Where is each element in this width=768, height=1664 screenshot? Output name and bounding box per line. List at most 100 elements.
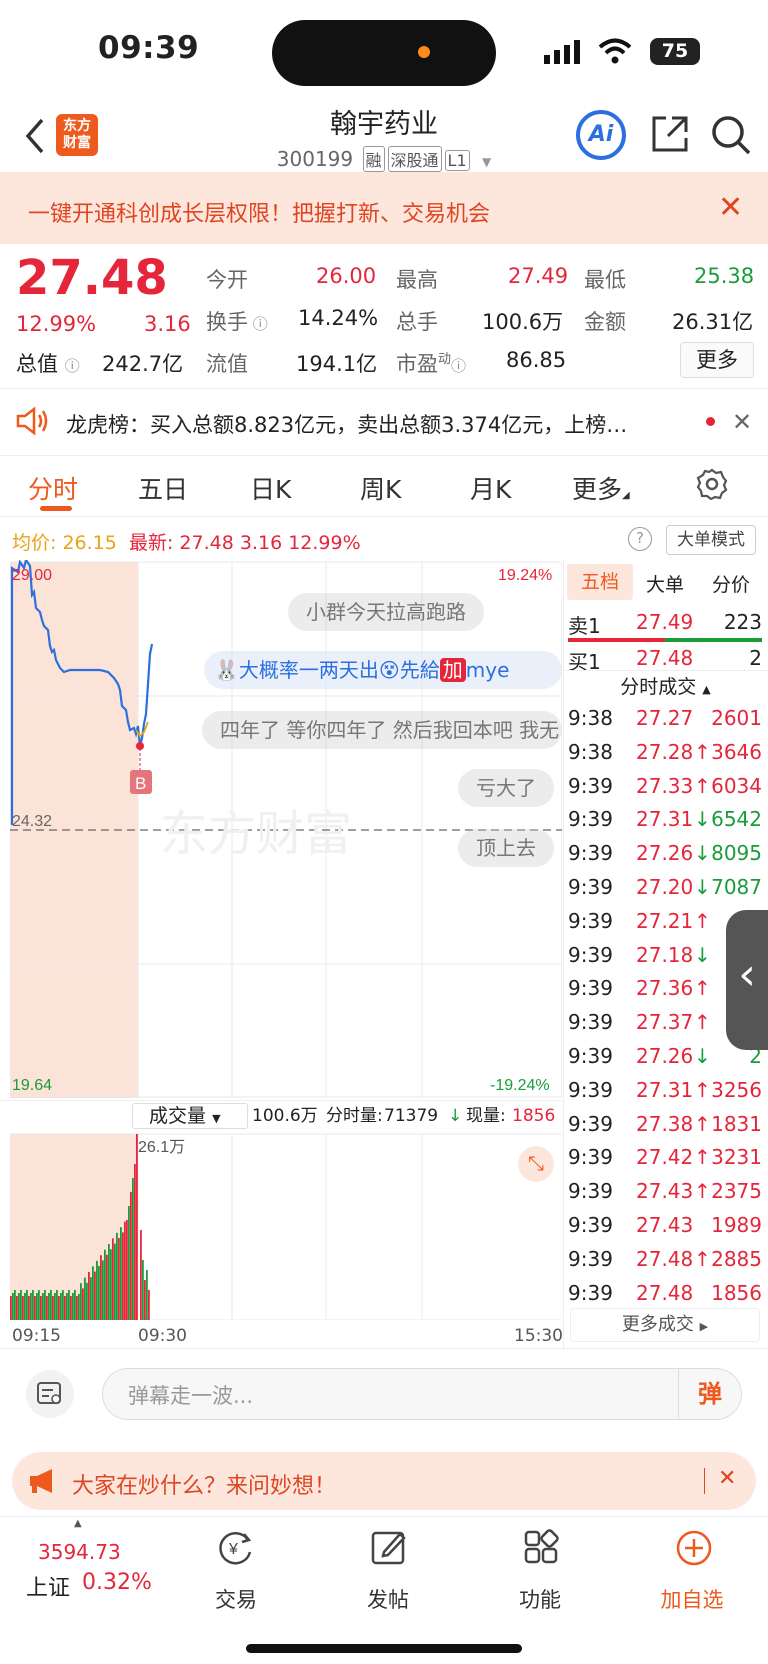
buy-1-volume: 2 [749, 646, 762, 670]
tab-five-levels[interactable]: 五档 [567, 564, 633, 600]
danmu-send-button[interactable]: 弹 [678, 1369, 741, 1419]
chart-info-line: 均价: 26.15 最新: 27.48 3.16 12.99% [12, 528, 361, 555]
tick-price: 27.27 [636, 706, 694, 730]
tick-time: 9:39 [568, 807, 613, 832]
nav-trade[interactable]: 交易 [186, 1584, 286, 1614]
low-value: 25.38 [694, 264, 755, 288]
tab-weekly-k[interactable]: 周K [360, 470, 401, 506]
volume-bar [20, 1290, 22, 1320]
info-icon[interactable]: ⓘ [248, 315, 268, 333]
dropdown-icon: ▼ [212, 1112, 221, 1125]
divider [0, 1348, 768, 1349]
fullscreen-icon[interactable]: ⤡ [518, 1146, 554, 1182]
danmu-bubble[interactable]: 四年了 等你四年了 然后我回本吧 我无 [202, 711, 562, 749]
danmu-bubble[interactable]: 🐰大概率一两天出😵先給加 mye [204, 651, 562, 689]
dropdown-icon[interactable]: ▼ [482, 155, 491, 169]
pe-label: 市盈动ⓘ [396, 348, 466, 378]
danmu-bubble[interactable]: 亏大了 [458, 769, 554, 807]
divider [0, 516, 768, 517]
nav-add-watchlist[interactable]: 加自选 [642, 1584, 742, 1614]
x-axis-end: 15:30 [514, 1326, 563, 1346]
last-pct: 12.99% [288, 532, 361, 554]
volume-bar [70, 1296, 72, 1320]
info-icon[interactable]: ⓘ [65, 357, 80, 375]
big-order-mode-button[interactable]: 大单模式 [666, 525, 756, 555]
danmu-settings-icon[interactable] [26, 1370, 74, 1418]
x-axis-mid: 09:30 [138, 1326, 187, 1346]
danmu-input-placeholder[interactable]: 弹幕走一波... [128, 1380, 253, 1410]
more-ticks-button[interactable]: 更多成交 ▶ [570, 1308, 760, 1342]
tab-big-orders[interactable]: 大单 [646, 570, 684, 597]
danmu-bubble[interactable]: 顶上去 [458, 829, 554, 867]
float-value: 194.1亿 [296, 352, 378, 376]
index-value[interactable]: 3594.73 [38, 1540, 121, 1564]
volume-bar [112, 1238, 114, 1320]
tag-margin: 融 [362, 146, 385, 172]
volume-chart[interactable]: 26.1万 [10, 1130, 562, 1320]
buy-marker-label: B [135, 774, 146, 793]
info-icon[interactable]: ⓘ [451, 357, 466, 375]
close-icon[interactable]: ✕ [732, 408, 752, 436]
turnover-label: 换手 ⓘ [206, 306, 268, 336]
volume-bar [90, 1277, 92, 1320]
tick-row: 9:39 27.33 ↑ 6034 [568, 774, 764, 806]
function-grid-icon[interactable] [522, 1528, 562, 1572]
close-icon[interactable]: ✕ [718, 1466, 736, 1491]
settings-gear-icon[interactable] [696, 468, 728, 504]
tab-more[interactable]: 更多◢ [572, 470, 630, 506]
arrow-up-icon: ↑ [694, 976, 711, 1001]
danmu-bubble[interactable]: 小群今天拉高跑路 [288, 593, 484, 631]
ai-button[interactable]: Ai [576, 110, 626, 160]
high-label: 最高 [396, 268, 438, 292]
index-name[interactable]: 上证 [26, 1570, 70, 1602]
tab-intraday[interactable]: 分时 [28, 470, 78, 506]
volume-bar [26, 1290, 28, 1320]
volume-bar [110, 1249, 112, 1320]
volume-total: 100.6万 [252, 1106, 318, 1126]
tab-monthly-k[interactable]: 月K [470, 470, 511, 506]
trade-icon[interactable]: ¥ [216, 1528, 256, 1572]
promo-banner-text[interactable]: 一键开通科创成长层权限！把握打新、交易机会 [28, 196, 490, 228]
amount-label: 金额 [584, 310, 626, 334]
help-icon[interactable]: ? [628, 527, 652, 551]
collapse-panel-handle[interactable]: ‹ [726, 910, 768, 1050]
post-icon[interactable] [370, 1528, 410, 1572]
volume-now: 1856 [512, 1106, 556, 1126]
tab-price-distribution[interactable]: 分价 [712, 570, 750, 597]
low-label: 最低 [584, 268, 626, 292]
volume-bar [118, 1238, 120, 1320]
more-button[interactable]: 更多 [680, 342, 754, 378]
ticks-header[interactable]: 分时成交 ▲ [563, 670, 768, 702]
volume-bar [140, 1230, 142, 1320]
tab-indicator [40, 506, 72, 511]
volume-bar [98, 1266, 100, 1320]
tick-price: 27.37 [636, 1010, 694, 1035]
tick-row: 9:39 27.38 ↑ 1831 [568, 1112, 764, 1144]
share-icon[interactable] [650, 114, 690, 158]
tick-time: 9:39 [568, 1010, 613, 1035]
down-arrow-icon: ↓ [448, 1106, 463, 1126]
nav-post[interactable]: 发帖 [338, 1584, 438, 1614]
last-label: 最新: [128, 532, 174, 554]
volume-bar [60, 1293, 62, 1320]
volume-selector[interactable]: 成交量 ▼ [132, 1103, 248, 1129]
tab-five-day[interactable]: 五日 [138, 470, 188, 506]
tick-row: 9:39 27.26 ↓ 8095 [568, 841, 764, 873]
volume-bar [148, 1290, 150, 1320]
arrow-down-icon: ↓ [694, 807, 711, 832]
tick-volume: 1989 [711, 1213, 762, 1237]
volume-bar [74, 1290, 76, 1320]
ask-banner-text[interactable]: 大家在炒什么？来问妙想！ [72, 1468, 336, 1500]
wifi-icon [598, 38, 632, 68]
tab-daily-k[interactable]: 日K [250, 470, 291, 506]
dragon-tiger-text[interactable]: 龙虎榜：买入总额8.823亿元，卖出总额3.374亿元，上榜… [66, 409, 686, 439]
arrow-up-icon: ↑ [694, 1077, 711, 1102]
nav-function[interactable]: 功能 [490, 1584, 590, 1614]
add-watchlist-icon[interactable] [674, 1528, 714, 1572]
index-pct[interactable]: 0.32% [82, 1570, 152, 1595]
volume-bar [106, 1254, 108, 1320]
volume-bar [126, 1220, 128, 1320]
tick-price: 27.48 [636, 1280, 694, 1305]
close-icon[interactable]: ✕ [718, 190, 743, 225]
search-icon[interactable] [710, 114, 752, 160]
